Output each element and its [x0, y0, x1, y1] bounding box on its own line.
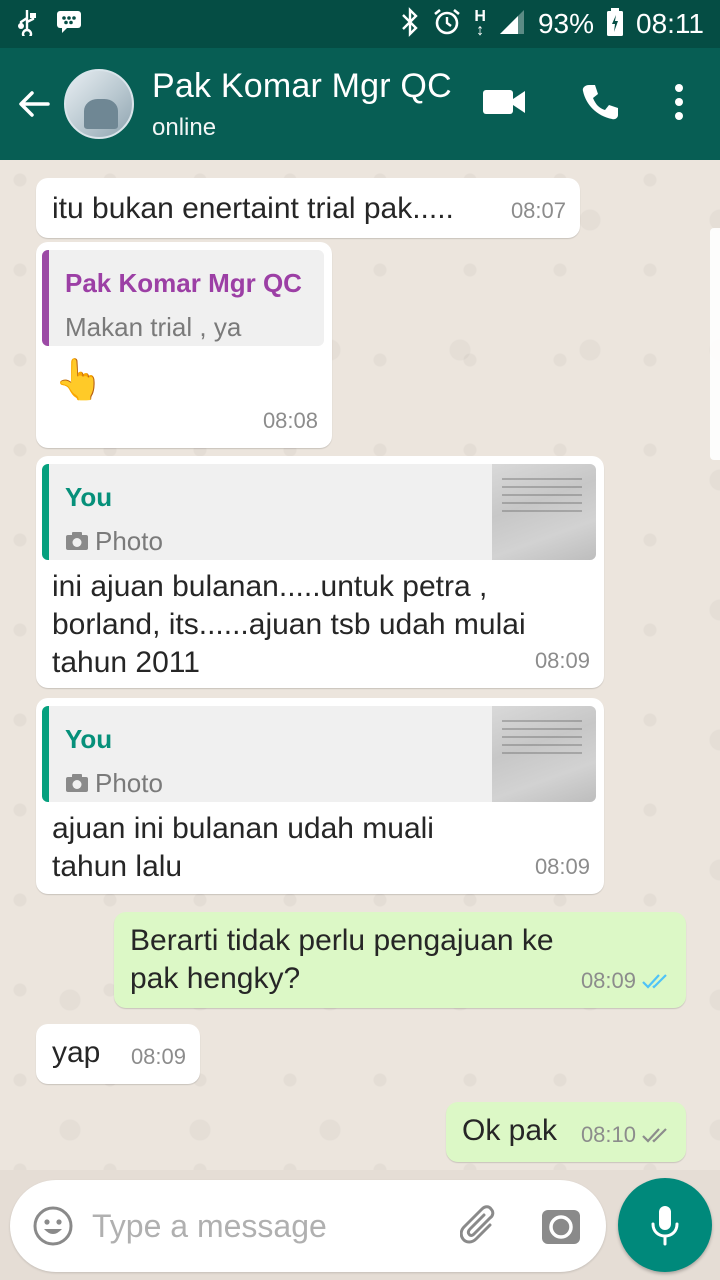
- message-incoming[interactable]: itu bukan enertaint trial pak..... 08:07: [36, 178, 580, 238]
- quoted-text-label: Photo: [95, 526, 163, 556]
- message-composer: [10, 1180, 606, 1272]
- clock: 08:11: [636, 8, 704, 39]
- usb-icon: [16, 8, 38, 40]
- quoted-message[interactable]: Pak Komar Mgr QC Makan trial , ya: [42, 250, 324, 346]
- attach-icon: [460, 1205, 495, 1244]
- message-time: 08:07: [510, 198, 566, 223]
- signal-icon: [498, 8, 526, 40]
- avatar[interactable]: [64, 69, 134, 139]
- message-time: 08:10: [580, 1122, 636, 1147]
- menu-dots-icon: [675, 83, 683, 120]
- message-text: Berarti tidak perlu pengajuan ke pak hen…: [130, 924, 554, 995]
- quoted-message[interactable]: You Photo: [42, 464, 596, 560]
- message-time: 08:09: [534, 854, 590, 879]
- bbm-icon: [56, 10, 82, 38]
- camera-icon: [66, 774, 88, 792]
- mic-button[interactable]: [618, 1178, 712, 1272]
- camera-icon: [542, 1210, 580, 1244]
- scrollbar[interactable]: [710, 228, 720, 460]
- photo-thumbnail: [492, 464, 596, 560]
- camera-icon: [66, 532, 88, 550]
- alarm-icon: [432, 7, 462, 41]
- message-input[interactable]: [92, 1207, 432, 1245]
- menu-button[interactable]: [674, 83, 684, 125]
- quoted-text-label: Photo: [95, 768, 163, 798]
- emoji-icon: [33, 1206, 73, 1246]
- back-arrow-icon: [19, 91, 50, 117]
- message-meta: 08:09: [581, 962, 672, 1000]
- contact-name: Pak Komar Mgr QC: [152, 66, 452, 105]
- message-time: 08:08: [262, 408, 318, 433]
- battery-icon: [606, 7, 624, 41]
- bluetooth-icon: [400, 7, 420, 41]
- message-meta: 08:10: [581, 1116, 672, 1154]
- attach-button[interactable]: [460, 1205, 500, 1247]
- photo-thumbnail: [492, 706, 596, 802]
- chat-area[interactable]: itu bukan enertaint trial pak..... 08:07…: [0, 160, 720, 1170]
- message-time: 08:09: [534, 648, 590, 673]
- quoted-text-label: Makan trial , ya: [65, 312, 242, 342]
- chat-header: Pak Komar Mgr QC online: [0, 48, 720, 160]
- mic-icon: [651, 1206, 679, 1246]
- contact-info[interactable]: Pak Komar Mgr QC online: [152, 67, 452, 142]
- quoted-sender: Pak Komar Mgr QC: [65, 268, 302, 298]
- message-outgoing[interactable]: Ok pak 08:10: [446, 1102, 686, 1162]
- message-text: itu bukan enertaint trial pak.....: [52, 192, 454, 225]
- read-ticks-icon: [642, 974, 667, 989]
- status-bar: H ↕ 93% 08:11: [0, 0, 720, 48]
- message-incoming[interactable]: Pak Komar Mgr QC Makan trial , ya 👆 08:0…: [36, 242, 332, 448]
- contact-status: online: [152, 113, 217, 141]
- delivered-ticks-icon: [642, 1128, 667, 1143]
- message-text: yap: [52, 1036, 101, 1069]
- phone-icon: [582, 84, 618, 119]
- message-incoming[interactable]: You Photo ini ajuan bulanan.....untuk pe…: [36, 456, 604, 688]
- message-time: 08:09: [580, 968, 636, 993]
- quoted-text: Makan trial , ya: [65, 308, 324, 346]
- quoted-message[interactable]: You Photo: [42, 706, 596, 802]
- pointing-up-emoji: 👆: [54, 358, 104, 402]
- video-call-button[interactable]: [482, 87, 526, 122]
- back-button[interactable]: [4, 86, 64, 122]
- message-incoming[interactable]: yap 08:09: [36, 1024, 200, 1084]
- video-call-icon: [483, 89, 525, 114]
- emoji-button[interactable]: [32, 1205, 74, 1247]
- voice-call-button[interactable]: [580, 82, 620, 127]
- battery-percent: 93%: [537, 8, 594, 39]
- network-type: H ↕: [474, 8, 486, 39]
- message-outgoing[interactable]: Berarti tidak perlu pengajuan ke pak hen…: [114, 912, 686, 1008]
- message-text: Ok pak: [462, 1114, 558, 1147]
- message-incoming[interactable]: You Photo ajuan ini bulanan udah muali t…: [36, 698, 604, 894]
- message-text: ajuan ini bulanan udah muali tahun lalu: [52, 812, 434, 883]
- camera-button[interactable]: [540, 1206, 582, 1246]
- message-text: ini ajuan bulanan.....untuk petra , borl…: [52, 570, 526, 679]
- message-time: 08:09: [130, 1044, 186, 1069]
